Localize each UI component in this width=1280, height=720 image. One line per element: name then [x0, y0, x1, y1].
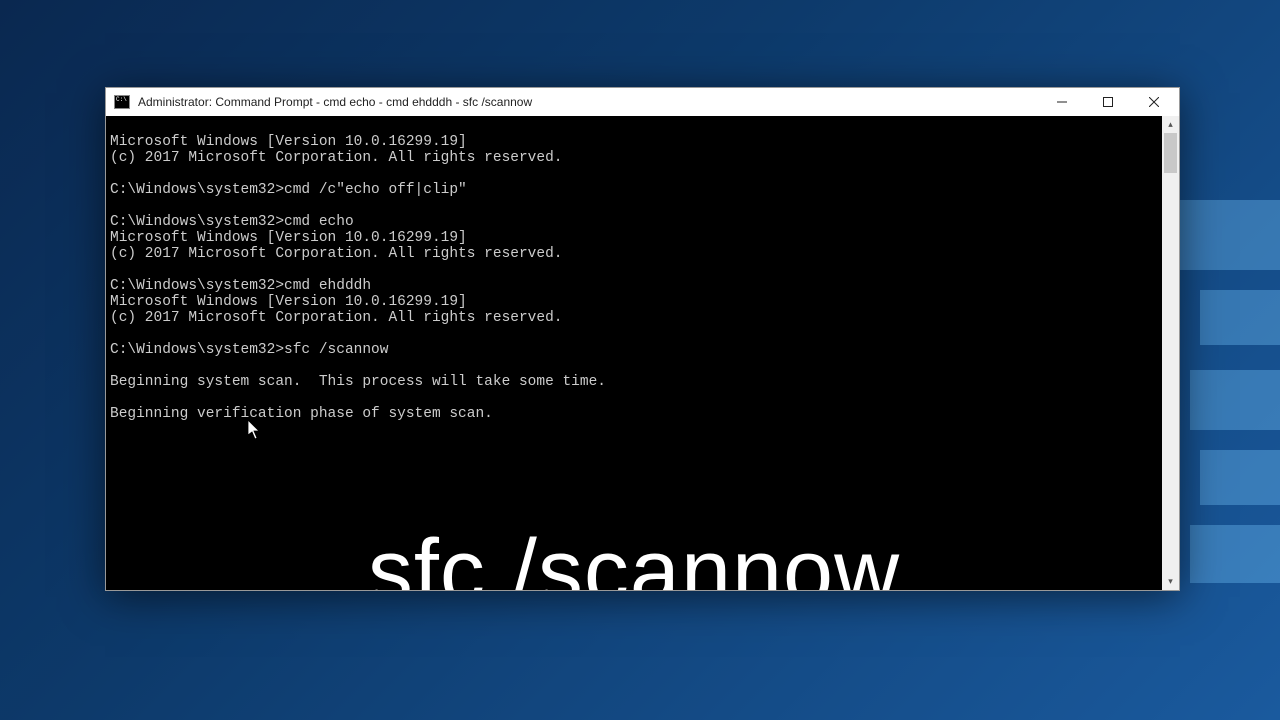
command-prompt-window: Administrator: Command Prompt - cmd echo…: [105, 87, 1180, 591]
close-button[interactable]: [1131, 88, 1177, 116]
terminal-line: Microsoft Windows [Version 10.0.16299.19…: [110, 230, 467, 246]
terminal-line: (c) 2017 Microsoft Corporation. All righ…: [110, 310, 562, 326]
chevron-up-icon: ▴: [1168, 119, 1173, 130]
terminal-line: (c) 2017 Microsoft Corporation. All righ…: [110, 150, 562, 166]
scroll-up-button[interactable]: ▴: [1162, 116, 1179, 133]
terminal-area: Microsoft Windows [Version 10.0.16299.19…: [106, 116, 1179, 590]
terminal-line: Beginning verification phase of system s…: [110, 406, 493, 422]
terminal-output[interactable]: Microsoft Windows [Version 10.0.16299.19…: [106, 116, 1162, 590]
window-title: Administrator: Command Prompt - cmd echo…: [138, 95, 1039, 109]
scroll-down-button[interactable]: ▾: [1162, 573, 1179, 590]
minimize-icon: [1057, 97, 1067, 107]
minimize-button[interactable]: [1039, 88, 1085, 116]
terminal-line: C:\Windows\system32>cmd echo: [110, 214, 354, 230]
terminal-line: (c) 2017 Microsoft Corporation. All righ…: [110, 246, 562, 262]
maximize-icon: [1103, 97, 1113, 107]
terminal-line: Microsoft Windows [Version 10.0.16299.19…: [110, 294, 467, 310]
titlebar[interactable]: Administrator: Command Prompt - cmd echo…: [106, 88, 1179, 116]
terminal-line: C:\Windows\system32>cmd ehdddh: [110, 278, 371, 294]
maximize-button[interactable]: [1085, 88, 1131, 116]
caption-overlay: sfc /scannow: [368, 564, 900, 580]
terminal-line: C:\Windows\system32>sfc /scannow: [110, 342, 388, 358]
chevron-down-icon: ▾: [1168, 576, 1173, 587]
window-controls: [1039, 88, 1177, 116]
terminal-line: C:\Windows\system32>cmd /c"echo off|clip…: [110, 182, 467, 198]
terminal-line: Beginning system scan. This process will…: [110, 374, 606, 390]
terminal-line: Microsoft Windows [Version 10.0.16299.19…: [110, 134, 467, 150]
scroll-thumb[interactable]: [1164, 133, 1177, 173]
close-icon: [1149, 97, 1159, 107]
vertical-scrollbar[interactable]: ▴ ▾: [1162, 116, 1179, 590]
cmd-icon: [114, 95, 130, 109]
scroll-track[interactable]: [1162, 133, 1179, 573]
